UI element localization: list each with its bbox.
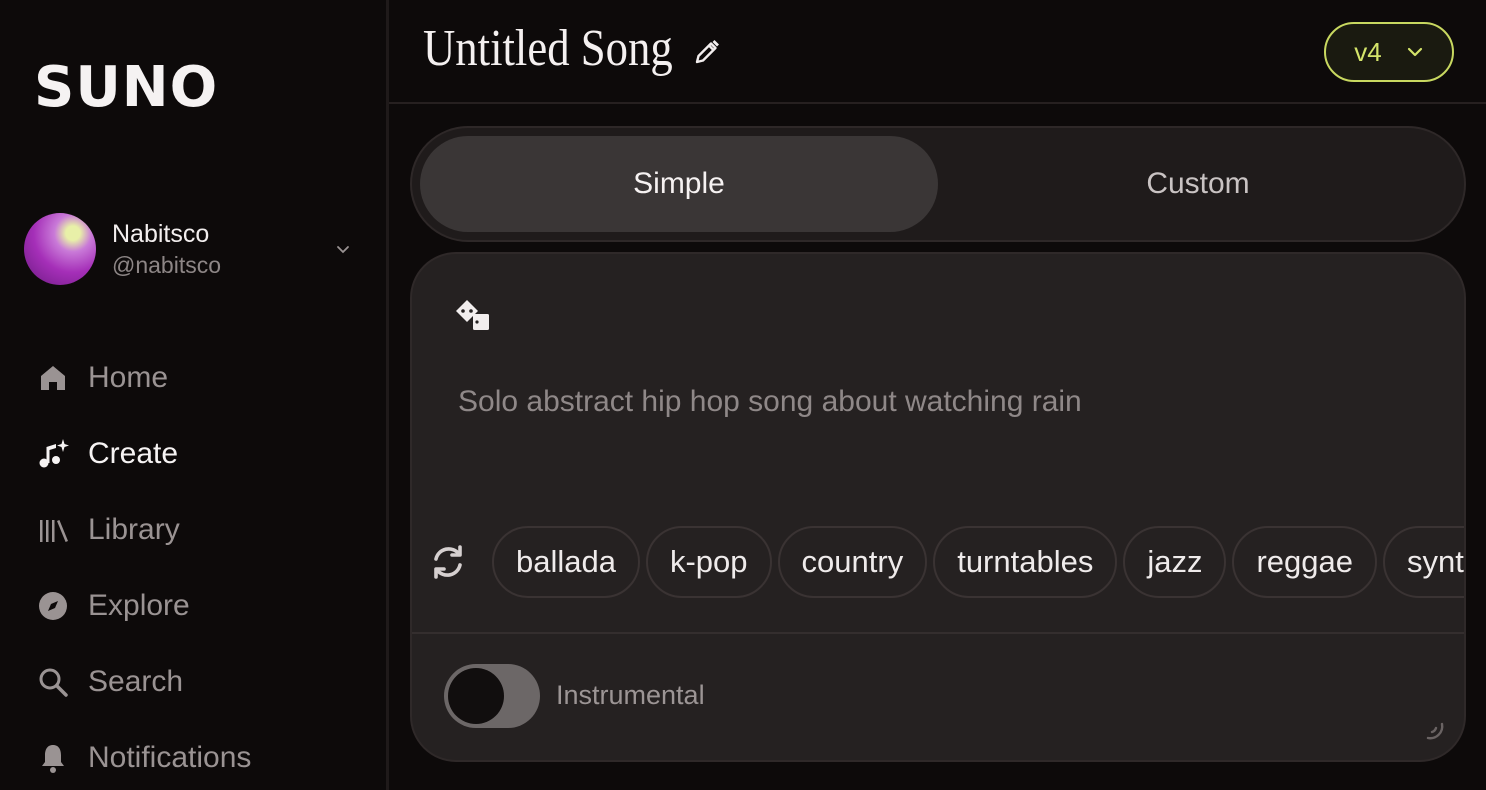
card-divider (412, 632, 1464, 634)
style-tag[interactable]: ballada (492, 526, 640, 598)
refresh-icon[interactable] (428, 542, 468, 582)
library-icon (36, 513, 70, 547)
model-version-label: v4 (1354, 36, 1382, 67)
sidebar-item-notifications[interactable]: Notifications (36, 720, 366, 790)
sidebar-item-library[interactable]: Library (36, 492, 366, 568)
song-description-input[interactable] (458, 372, 1418, 432)
home-icon (36, 361, 70, 395)
toggle-knob (448, 668, 504, 724)
prompt-card: ballada k-pop country turntables jazz re… (410, 252, 1466, 762)
style-tag[interactable]: country (777, 526, 928, 598)
style-tag[interactable]: jazz (1123, 526, 1227, 598)
compass-icon (36, 589, 70, 623)
search-icon (36, 665, 70, 699)
model-version-select[interactable]: v4 (1324, 22, 1454, 82)
tab-custom[interactable]: Custom (939, 136, 1457, 232)
profile-handle: @nabitsco (112, 252, 222, 278)
sidebar-item-label: Create (88, 437, 179, 470)
instrumental-toggle[interactable] (444, 664, 540, 728)
sidebar-nav: Home Create Library Explore Search Notif… (36, 340, 366, 790)
mode-toggle: Simple Custom (410, 126, 1466, 242)
sidebar-item-search[interactable]: Search (36, 644, 366, 720)
profile-name: Nabitsco (112, 220, 210, 248)
style-tag[interactable]: synth (1383, 526, 1464, 598)
chevron-down-icon[interactable] (334, 240, 352, 258)
sidebar: SUNO Nabitsco @nabitsco Home Create Libr… (0, 0, 386, 790)
style-tag-list: ballada k-pop country turntables jazz re… (492, 526, 1464, 600)
instrumental-label: Instrumental (556, 680, 705, 710)
song-title[interactable]: Untitled Song (423, 14, 673, 84)
avatar (24, 213, 96, 285)
sidebar-item-label: Library (88, 513, 180, 546)
sidebar-item-label: Explore (88, 589, 190, 622)
bell-icon (36, 741, 70, 775)
profile-text: Nabitsco @nabitsco (112, 218, 334, 280)
dice-icon[interactable] (454, 298, 492, 332)
sidebar-item-home[interactable]: Home (36, 340, 366, 416)
sidebar-item-label: Search (88, 665, 184, 698)
sidebar-item-label: Home (88, 361, 169, 394)
song-header: Untitled Song v4 (389, 0, 1486, 104)
resize-handle-icon[interactable] (1422, 718, 1446, 742)
sidebar-item-create[interactable]: Create (36, 416, 366, 492)
sidebar-item-label: Notifications (88, 741, 252, 774)
style-tag[interactable]: reggae (1232, 526, 1378, 598)
tab-simple[interactable]: Simple (420, 136, 938, 232)
suno-logo[interactable]: SUNO (34, 58, 218, 118)
app-root: SUNO Nabitsco @nabitsco Home Create Libr… (0, 0, 1486, 790)
sidebar-divider (386, 0, 389, 790)
music-sparkle-icon (36, 437, 70, 471)
profile-menu[interactable]: Nabitsco @nabitsco (24, 212, 360, 286)
style-tag[interactable]: turntables (933, 526, 1118, 598)
pencil-icon[interactable] (693, 38, 721, 66)
style-tag[interactable]: k-pop (645, 526, 772, 598)
chevron-down-icon (1407, 47, 1422, 57)
sidebar-item-explore[interactable]: Explore (36, 568, 366, 644)
